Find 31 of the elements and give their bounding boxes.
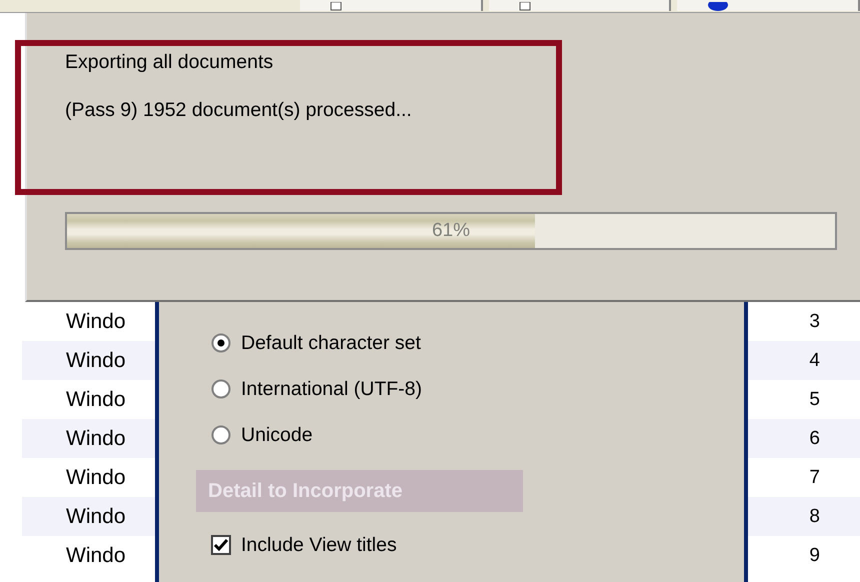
list-cell: 4 <box>809 350 820 372</box>
page-icon <box>518 2 531 11</box>
list-cell: 3 <box>809 310 820 332</box>
list-cell-text: Windo <box>66 310 127 334</box>
checkbox-label: Include View titles <box>241 534 397 556</box>
progress-percent: 61% <box>432 220 470 242</box>
list-cell: 9 <box>809 544 820 566</box>
radio-button[interactable] <box>211 379 231 399</box>
list-cell-text: Windo <box>66 544 127 568</box>
tab[interactable] <box>677 0 860 11</box>
list-cell-text: Windo <box>66 348 127 372</box>
list-cell: 5 <box>809 388 820 410</box>
list-cell-text: Windo <box>66 426 127 450</box>
radio-label: Unicode <box>241 424 313 446</box>
list-cell: 8 <box>809 506 820 528</box>
radio-button[interactable] <box>211 333 231 353</box>
page-icon <box>330 2 342 11</box>
list-cell: 7 <box>809 466 820 488</box>
radio-label: Default character set <box>241 332 421 354</box>
tab[interactable] <box>300 0 483 11</box>
dialog-title: Exporting all documents <box>65 51 274 73</box>
list-cell-text: Windo <box>66 504 127 528</box>
radio-label: International (UTF-8) <box>241 378 422 400</box>
checkbox[interactable] <box>211 535 231 555</box>
list-cell-text: Windo <box>66 388 127 412</box>
status-text: (Pass 9) 1952 document(s) processed... <box>65 99 413 121</box>
radio-button[interactable] <box>211 425 231 445</box>
list-cell: 6 <box>809 428 820 450</box>
list-cell-text: Windo <box>66 466 127 490</box>
tab[interactable] <box>488 0 672 11</box>
globe-icon <box>707 2 730 11</box>
